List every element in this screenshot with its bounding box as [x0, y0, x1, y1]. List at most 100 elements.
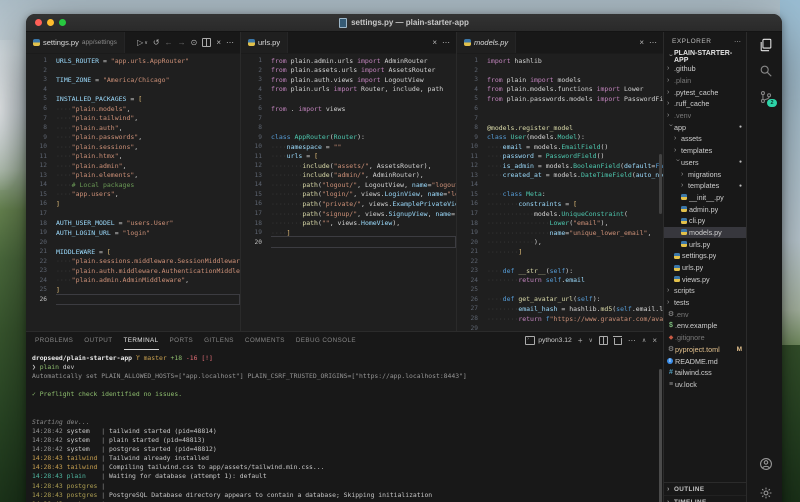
- code-editor-urls[interactable]: 1from plain.admin.urls import AdminRoute…: [241, 54, 456, 331]
- folder-users[interactable]: ›users●: [664, 157, 746, 169]
- search-activity-icon[interactable]: [747, 58, 782, 84]
- code-line[interactable]: 3TIME_ZONE = "America/Chicago": [26, 75, 240, 85]
- code-line[interactable]: 20: [241, 237, 456, 247]
- code-line[interactable]: 14····# Local packages: [26, 180, 240, 190]
- code-line[interactable]: 3from plain.auth.views import LogoutView: [241, 75, 456, 85]
- close-window-button[interactable]: [35, 19, 42, 26]
- code-line[interactable]: 23····def __str__(self):: [457, 266, 663, 276]
- more-actions-icon[interactable]: ⋯: [226, 39, 234, 47]
- panel-tab-problems[interactable]: PROBLEMS: [35, 332, 73, 350]
- code-line[interactable]: 5: [241, 94, 456, 104]
- code-line[interactable]: 19················name="unique_lower_ema…: [457, 228, 663, 238]
- code-line[interactable]: 12····is_admin = models.BooleanField(def…: [457, 161, 663, 171]
- code-line[interactable]: 15····"app.users",: [26, 190, 240, 200]
- code-line[interactable]: 9class User(models.Model):: [457, 132, 663, 142]
- code-line[interactable]: 9class AppRouter(Router):: [241, 132, 456, 142]
- panel-tab-gitlens[interactable]: GITLENS: [204, 332, 234, 350]
- code-line[interactable]: 2: [26, 66, 240, 76]
- code-line[interactable]: 16········constraints = [: [457, 199, 663, 209]
- code-line[interactable]: 6····"plain.models",: [26, 104, 240, 114]
- terminal-scrollbar[interactable]: [659, 369, 662, 502]
- run-python-file-button[interactable]: ▷∨: [137, 39, 148, 47]
- code-line[interactable]: 11····"plain.htmx",: [26, 151, 240, 161]
- code-line[interactable]: 18················Lower("email"),: [457, 218, 663, 228]
- code-line[interactable]: 18AUTH_USER_MODEL = "users.User": [26, 218, 240, 228]
- file-urls-py[interactable]: urls.py: [664, 262, 746, 274]
- folder--pytest-cache[interactable]: ›.pytest_cache: [664, 86, 746, 98]
- terminal-dropdown-icon[interactable]: ∨: [589, 338, 593, 344]
- tab-urls-py[interactable]: urls.py: [241, 32, 288, 53]
- panel-tab-debug-console[interactable]: DEBUG CONSOLE: [296, 332, 356, 350]
- go-forward-icon[interactable]: →: [178, 39, 186, 47]
- code-line[interactable]: 13····created_at = models.DateTimeField(…: [457, 171, 663, 181]
- code-line[interactable]: 2from plain.assets.urls import AssetsRou…: [241, 66, 456, 76]
- timeline-section[interactable]: › TIMELINE: [664, 496, 746, 502]
- code-line[interactable]: 19AUTH_LOGIN_URL = "login": [26, 228, 240, 238]
- explorer-more-icon[interactable]: ⋯: [734, 38, 741, 46]
- zoom-window-button[interactable]: [59, 19, 66, 26]
- code-line[interactable]: 11····urls = [: [241, 151, 456, 161]
- code-line[interactable]: 8: [241, 123, 456, 133]
- code-line[interactable]: 11····password = PasswordField(): [457, 151, 663, 161]
- file--env[interactable]: ⚙.env: [664, 308, 746, 320]
- file--env-example[interactable]: $.env.example: [664, 320, 746, 332]
- folder-assets[interactable]: ›assets: [664, 133, 746, 145]
- code-line[interactable]: 7: [241, 113, 456, 123]
- code-line[interactable]: 26: [26, 295, 240, 305]
- folder-scripts[interactable]: ›scripts: [664, 285, 746, 297]
- code-line[interactable]: 23····"plain.auth.middleware.Authenticat…: [26, 266, 240, 276]
- folder--venv[interactable]: ›.venv: [664, 110, 746, 122]
- code-line[interactable]: 5from plain.passwords.models import Pass…: [457, 94, 663, 104]
- kill-terminal-icon[interactable]: [614, 338, 622, 345]
- code-line[interactable]: 7: [457, 113, 663, 123]
- explorer-activity-icon[interactable]: [747, 32, 782, 58]
- settings-gear-icon[interactable]: [759, 486, 773, 502]
- source-control-activity-icon[interactable]: 2: [747, 84, 782, 110]
- run-or-debug-icon[interactable]: ⊙: [191, 39, 198, 47]
- close-panel-icon[interactable]: ×: [652, 337, 657, 345]
- code-line[interactable]: 2: [457, 66, 663, 76]
- folder--github[interactable]: ›.github: [664, 63, 746, 75]
- code-line[interactable]: 5INSTALLED_PACKAGES = [: [26, 94, 240, 104]
- code-line[interactable]: 24····"plain.admin.AdminMiddleware",: [26, 276, 240, 286]
- minimize-window-button[interactable]: [47, 19, 54, 26]
- code-editor-models[interactable]: 1import hashlib23from plain import model…: [457, 54, 663, 331]
- code-line[interactable]: 4from plain.models.functions import Lowe…: [457, 85, 663, 95]
- code-line[interactable]: 16········path("private/", views.Example…: [241, 199, 456, 209]
- code-line[interactable]: 10····namespace = "": [241, 142, 456, 152]
- code-line[interactable]: 20············),: [457, 237, 663, 247]
- code-line[interactable]: 10····email = models.EmailField(): [457, 142, 663, 152]
- code-line[interactable]: 13····"plain.elements",: [26, 171, 240, 181]
- code-line[interactable]: 20: [26, 237, 240, 247]
- close-editor-icon[interactable]: ×: [216, 39, 221, 47]
- code-line[interactable]: 21········]: [457, 247, 663, 257]
- file--gitignore[interactable]: ◆.gitignore: [664, 332, 746, 344]
- code-line[interactable]: 14········path("logout/", LogoutView, na…: [241, 180, 456, 190]
- code-line[interactable]: 1from plain.admin.urls import AdminRoute…: [241, 56, 456, 66]
- panel-tab-output[interactable]: OUTPUT: [84, 332, 112, 350]
- file-urls-py[interactable]: urls.py: [664, 238, 746, 250]
- folder-templates[interactable]: ›templates: [664, 145, 746, 157]
- close-editor-icon[interactable]: ×: [432, 39, 437, 47]
- outline-section[interactable]: › OUTLINE: [664, 483, 746, 496]
- explorer-root-folder[interactable]: › PLAIN-STARTER-APP: [664, 51, 746, 63]
- more-actions-icon[interactable]: ⋯: [442, 39, 450, 47]
- code-line[interactable]: 15····class Meta:: [457, 190, 663, 200]
- folder--plain[interactable]: ›.plain: [664, 75, 746, 87]
- code-line[interactable]: 6from . import views: [241, 104, 456, 114]
- code-editor-settings[interactable]: 1URLS_ROUTER = "app.urls.AppRouter"23TIM…: [26, 54, 240, 331]
- titlebar[interactable]: settings.py — plain-starter-app: [26, 14, 782, 32]
- code-line[interactable]: 29: [457, 323, 663, 331]
- go-back-icon[interactable]: ←: [165, 39, 173, 47]
- account-icon[interactable]: [759, 457, 773, 476]
- more-actions-icon[interactable]: ⋯: [649, 39, 657, 47]
- file-settings-py[interactable]: settings.py: [664, 250, 746, 262]
- code-line[interactable]: 26····def get_avatar_url(self):: [457, 295, 663, 305]
- code-line[interactable]: 13········include("admin/", AdminRouter)…: [241, 171, 456, 181]
- code-line[interactable]: 9····"plain.passwords",: [26, 132, 240, 142]
- folder--ruff-cache[interactable]: ›.ruff_cache: [664, 98, 746, 110]
- split-terminal-icon[interactable]: [599, 336, 608, 345]
- code-line[interactable]: 12····"plain.admin",: [26, 161, 240, 171]
- code-line[interactable]: 28········return f"https://www.gravatar.…: [457, 314, 663, 324]
- editor-scrollbar[interactable]: [659, 154, 662, 214]
